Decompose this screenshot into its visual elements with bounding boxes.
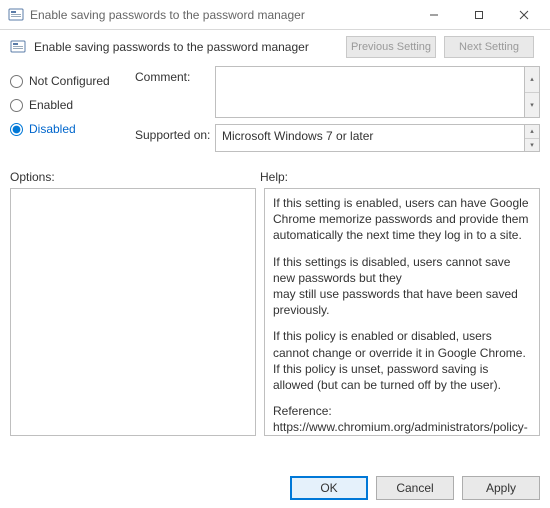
next-setting-button[interactable]: Next Setting: [444, 36, 534, 58]
help-text: If this policy is enabled or disabled, u…: [273, 328, 531, 393]
radio-enabled-label: Enabled: [29, 98, 73, 112]
apply-button[interactable]: Apply: [462, 476, 540, 500]
help-pane: If this setting is enabled, users can ha…: [264, 188, 540, 436]
options-section-label: Options:: [10, 170, 260, 184]
radio-disabled-input[interactable]: [10, 123, 23, 136]
radio-enabled-input[interactable]: [10, 99, 23, 112]
supported-scroll-down[interactable]: ▾: [525, 139, 539, 152]
help-section-label: Help:: [260, 170, 540, 184]
state-radio-group: Not Configured Enabled Disabled: [10, 66, 135, 158]
supported-on-label: Supported on:: [135, 124, 215, 152]
previous-setting-button[interactable]: Previous Setting: [346, 36, 436, 58]
comment-label: Comment:: [135, 66, 215, 118]
supported-on-value: Microsoft Windows 7 or later: [215, 124, 540, 152]
help-text: If this settings is disabled, users cann…: [273, 254, 531, 286]
ok-button[interactable]: OK: [290, 476, 368, 500]
policy-header: Enable saving passwords to the password …: [0, 30, 550, 62]
comment-scroll-up[interactable]: ▴: [525, 67, 539, 93]
options-pane: [10, 188, 256, 436]
dialog-buttons: OK Cancel Apply: [290, 476, 540, 500]
radio-disabled-label: Disabled: [29, 122, 76, 136]
cancel-button[interactable]: Cancel: [376, 476, 454, 500]
radio-enabled[interactable]: Enabled: [10, 98, 135, 112]
radio-disabled[interactable]: Disabled: [10, 122, 135, 136]
window-title: Enable saving passwords to the password …: [30, 8, 411, 22]
comment-scroll-down[interactable]: ▾: [525, 93, 539, 118]
comment-textarea[interactable]: [215, 66, 540, 118]
radio-not-configured-label: Not Configured: [29, 74, 110, 88]
help-text: If this setting is enabled, users can ha…: [273, 195, 531, 244]
maximize-button[interactable]: [456, 1, 501, 29]
help-text: Reference: https://www.chromium.org/admi…: [273, 403, 531, 436]
help-text: may still use passwords that have been s…: [273, 286, 531, 318]
policy-icon: [10, 39, 26, 55]
radio-not-configured-input[interactable]: [10, 75, 23, 88]
close-button[interactable]: [501, 1, 546, 29]
minimize-button[interactable]: [411, 1, 456, 29]
title-bar: Enable saving passwords to the password …: [0, 0, 550, 30]
radio-not-configured[interactable]: Not Configured: [10, 74, 135, 88]
supported-scroll-up[interactable]: ▴: [525, 125, 539, 139]
policy-heading: Enable saving passwords to the password …: [34, 40, 346, 54]
gpo-icon: [8, 7, 24, 23]
